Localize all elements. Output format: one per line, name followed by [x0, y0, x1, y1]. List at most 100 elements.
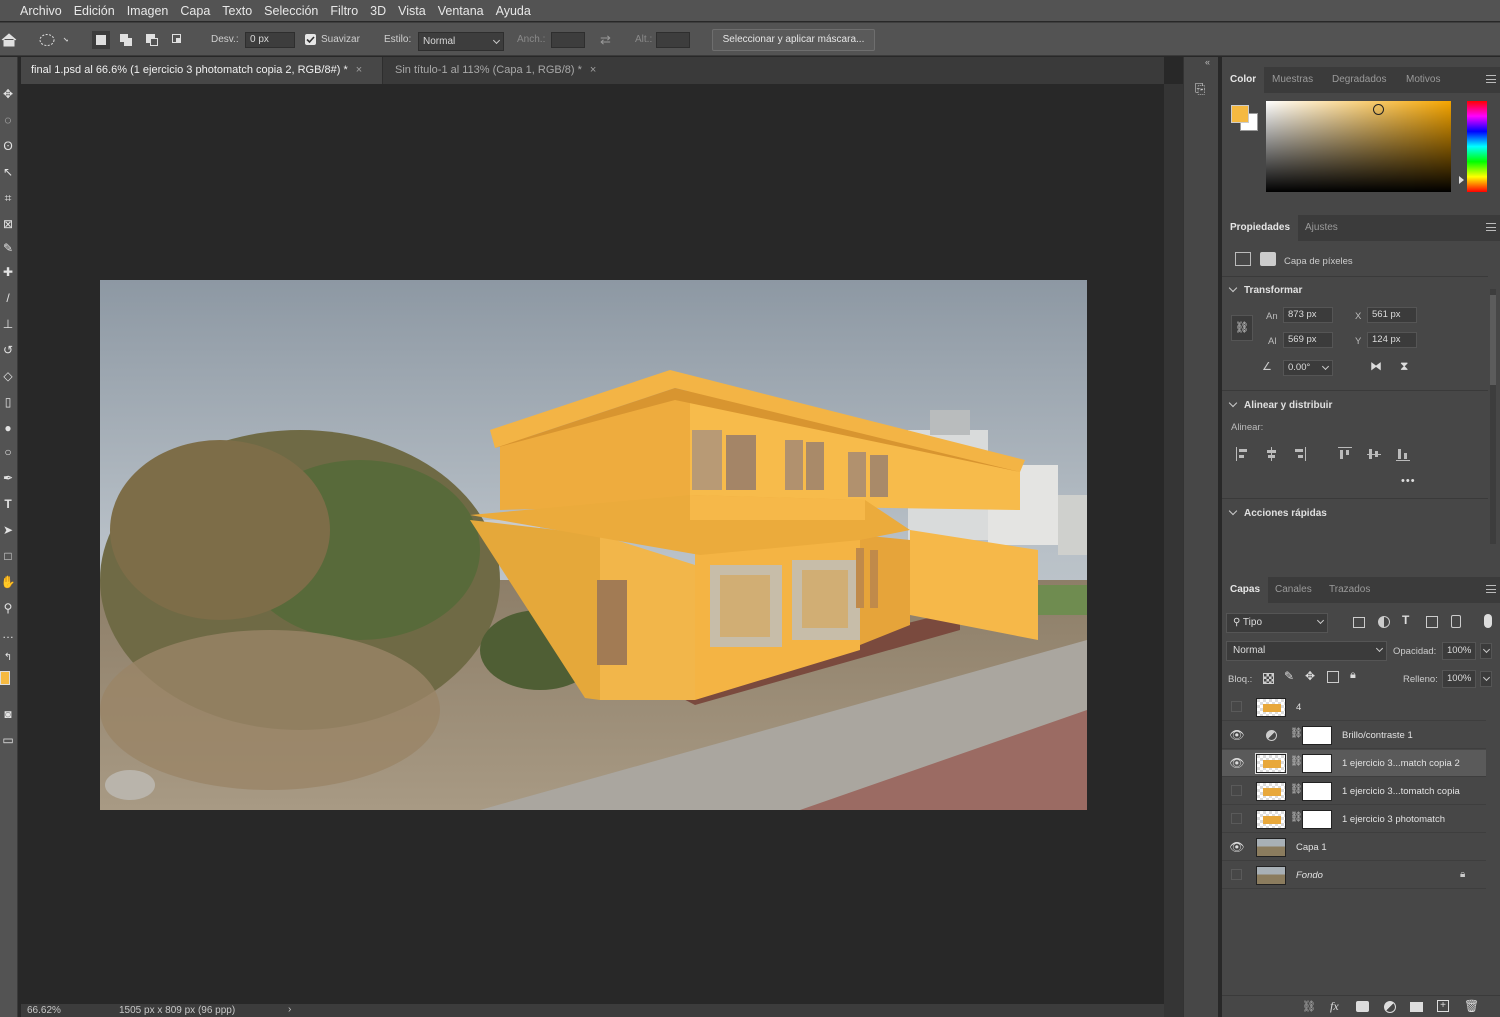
marquee-tool-icon[interactable]: ◌	[0, 109, 16, 131]
fx-icon[interactable]: fx	[1330, 999, 1339, 1014]
more-tools-icon[interactable]: …	[0, 623, 16, 645]
layer-mask-thumbnail[interactable]	[1302, 782, 1332, 801]
layer-row[interactable]: 👁︎ ⛓ 1 ejercicio 3...match copia 2	[1222, 750, 1486, 777]
visibility-toggle[interactable]	[1231, 701, 1242, 712]
frame-tool-icon[interactable]: ⊠	[0, 213, 16, 235]
eye-icon[interactable]: 👁︎	[1229, 728, 1245, 742]
foreground-color-swatch[interactable]	[0, 671, 10, 685]
crop-tool-icon[interactable]: ⌗	[0, 187, 16, 209]
layer-name[interactable]: 1 ejercicio 3...tomatch copia	[1342, 786, 1460, 797]
menu-ayuda[interactable]: Ayuda	[490, 4, 537, 18]
tab-trazados[interactable]: Trazados	[1321, 577, 1378, 603]
layer-name[interactable]: Fondo	[1296, 870, 1323, 881]
layer-row[interactable]: 👁︎ ⛓ Brillo/contraste 1	[1222, 722, 1486, 749]
eye-icon[interactable]: 👁︎	[1229, 840, 1245, 854]
opacity-field[interactable]: 100%	[1442, 642, 1476, 660]
rectangle-tool-icon[interactable]: □	[0, 545, 16, 567]
tab-propiedades[interactable]: Propiedades	[1222, 215, 1299, 241]
more-options-icon[interactable]: •••	[1401, 475, 1416, 487]
tab-muestras[interactable]: Muestras	[1264, 67, 1321, 93]
add-selection-icon[interactable]	[117, 31, 135, 49]
x-field[interactable]: 561 px	[1367, 307, 1417, 323]
lock-all-icon[interactable]: 🔒︎	[1350, 669, 1356, 682]
add-mask-icon[interactable]	[1356, 1001, 1369, 1012]
layer-mask-thumbnail[interactable]	[1302, 810, 1332, 829]
filter-adjustment-icon[interactable]	[1378, 616, 1390, 628]
filter-type-icon[interactable]: T	[1402, 613, 1409, 627]
elliptical-marquee-icon[interactable]	[38, 31, 71, 49]
quick-actions-section-header[interactable]: Acciones rápidas	[1228, 506, 1327, 519]
quick-mask-icon[interactable]: ◙	[0, 703, 16, 725]
lock-transparency-icon[interactable]	[1263, 673, 1274, 684]
eye-icon[interactable]: 👁︎	[1229, 756, 1245, 770]
pen-tool-icon[interactable]: ✒	[0, 467, 16, 489]
move-tool-icon[interactable]: ✥	[0, 83, 16, 105]
angle-field[interactable]: 0.00°	[1283, 360, 1333, 376]
y-field[interactable]: 124 px	[1367, 332, 1417, 348]
layer-row[interactable]: 👁︎ Capa 1	[1222, 834, 1486, 861]
tab-color[interactable]: Color	[1222, 67, 1265, 93]
type-tool-icon[interactable]: T	[0, 493, 16, 515]
filter-toggle-icon[interactable]	[1484, 614, 1492, 628]
close-icon[interactable]: ×	[356, 64, 362, 76]
link-layers-icon[interactable]: ⛓	[1302, 1000, 1316, 1013]
align-right-icon[interactable]	[1294, 447, 1306, 461]
new-adjustment-icon[interactable]	[1384, 1001, 1396, 1013]
align-horizontal-center-icon[interactable]	[1265, 447, 1277, 461]
path-selection-tool-icon[interactable]: ➤	[0, 519, 16, 541]
width-input[interactable]	[551, 32, 585, 48]
quick-selection-tool-icon[interactable]: ↖	[0, 161, 16, 183]
filter-smart-object-icon[interactable]	[1451, 615, 1461, 628]
height-field[interactable]: 569 px	[1283, 332, 1333, 348]
menu-capa[interactable]: Capa	[174, 4, 216, 18]
menu-archivo[interactable]: Archivo	[14, 4, 68, 18]
feather-input[interactable]: 0 px	[245, 32, 295, 48]
home-icon[interactable]	[0, 31, 18, 49]
filter-shape-icon[interactable]	[1426, 616, 1438, 628]
layer-name[interactable]: 1 ejercicio 3 photomatch	[1342, 814, 1445, 825]
screen-mode-icon[interactable]: ▭	[0, 729, 16, 751]
flip-horizontal-icon[interactable]: ⧓	[1370, 359, 1382, 373]
style-select[interactable]: Normal	[418, 32, 504, 51]
link-dimensions-icon[interactable]: ⛓	[1231, 315, 1253, 341]
flip-vertical-icon[interactable]: ⧗	[1400, 359, 1408, 374]
select-and-mask-button[interactable]: Seleccionar y aplicar máscara...	[712, 29, 875, 51]
lock-artboard-icon[interactable]	[1327, 671, 1339, 683]
layer-row[interactable]: ⛓ 1 ejercicio 3 photomatch	[1222, 806, 1486, 833]
menu-imagen[interactable]: Imagen	[121, 4, 175, 18]
document-canvas[interactable]	[100, 280, 1087, 810]
tab-canales[interactable]: Canales	[1267, 577, 1320, 603]
blend-mode-select[interactable]: Normal	[1226, 641, 1387, 661]
height-input[interactable]	[656, 32, 690, 48]
filter-pixel-icon[interactable]	[1353, 617, 1365, 628]
menu-filtro[interactable]: Filtro	[324, 4, 364, 18]
align-section-header[interactable]: Alinear y distribuir	[1228, 398, 1332, 411]
new-layer-icon[interactable]: +	[1437, 1000, 1449, 1012]
menu-edicion[interactable]: Edición	[68, 4, 121, 18]
foreground-color-swatch[interactable]	[1231, 105, 1249, 123]
transform-section-header[interactable]: Transformar	[1228, 283, 1302, 296]
color-field[interactable]	[1266, 101, 1451, 192]
intersect-selection-icon[interactable]	[169, 31, 187, 49]
fill-field[interactable]: 100%	[1442, 670, 1476, 688]
panel-menu-icon[interactable]	[1486, 223, 1496, 231]
lock-pixels-icon[interactable]: ✎	[1284, 669, 1294, 683]
layer-name[interactable]: 4	[1296, 702, 1301, 713]
visibility-toggle[interactable]	[1231, 813, 1242, 824]
gradient-tool-icon[interactable]: ▯	[0, 391, 16, 413]
zoom-level[interactable]: 66.62%	[27, 1005, 61, 1016]
brush-tool-icon[interactable]: /	[0, 287, 16, 309]
close-icon[interactable]: ×	[590, 64, 596, 76]
eraser-tool-icon[interactable]: ◇	[0, 365, 16, 387]
hue-slider[interactable]	[1467, 101, 1487, 192]
zoom-tool-icon[interactable]: ⚲	[0, 597, 16, 619]
properties-scrollbar[interactable]	[1490, 289, 1496, 544]
align-left-icon[interactable]	[1236, 447, 1248, 461]
link-icon[interactable]: ⛓	[1290, 784, 1303, 798]
menu-texto[interactable]: Texto	[216, 4, 258, 18]
tab-degradados[interactable]: Degradados	[1324, 67, 1394, 93]
status-menu-arrow[interactable]: ›	[288, 1004, 291, 1015]
layer-name[interactable]: 1 ejercicio 3...match copia 2	[1342, 758, 1460, 769]
tab-sin-titulo[interactable]: Sin título-1 al 113% (Capa 1, RGB/8) * ×	[385, 57, 635, 84]
lasso-tool-icon[interactable]: ʘ	[0, 135, 16, 157]
